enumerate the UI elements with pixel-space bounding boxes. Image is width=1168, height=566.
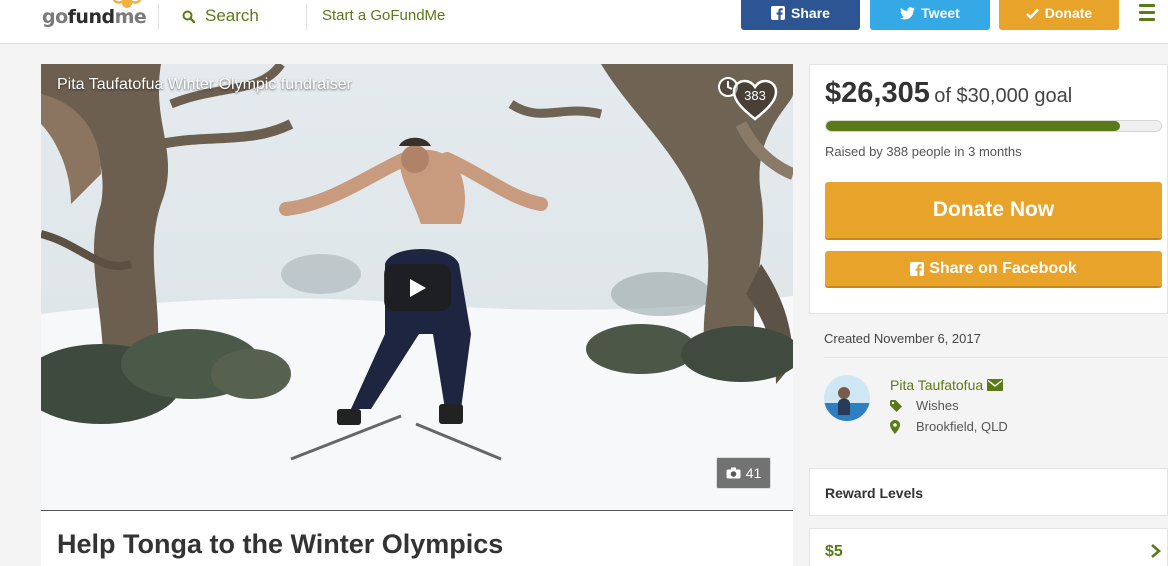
tweet-label: Tweet: [921, 5, 960, 21]
logo-text: gofundme: [42, 6, 147, 28]
top-header: gofundme Search Start a GoFundMe Share T…: [0, 0, 1168, 44]
organizer-avatar[interactable]: [824, 375, 870, 421]
info-divider: [824, 357, 1168, 358]
start-gofundme-link[interactable]: Start a GoFundMe: [322, 7, 445, 24]
organizer-name: Pita Taufatofua: [890, 377, 984, 393]
avatar-image: [824, 375, 870, 421]
amount-raised: $26,305: [825, 77, 930, 109]
share-label: Share: [791, 5, 830, 21]
checkmark-icon: [1025, 8, 1039, 19]
location-pin-icon: [890, 419, 900, 434]
logo-go: go: [42, 6, 68, 28]
donate-label: Donate: [1044, 5, 1093, 21]
twitter-icon: [900, 6, 916, 19]
envelope-icon[interactable]: [987, 379, 1004, 391]
play-button[interactable]: [384, 264, 451, 311]
reward-amount: $5: [825, 543, 843, 560]
reward-levels-heading: Reward Levels: [825, 485, 924, 501]
campaign-category[interactable]: Wishes: [890, 398, 959, 413]
location-label: Brookfield, QLD: [916, 419, 1008, 434]
share-facebook-header-button[interactable]: Share: [741, 0, 860, 30]
search-icon: [182, 10, 195, 23]
tweet-button[interactable]: Tweet: [870, 0, 990, 30]
donate-now-button[interactable]: Donate Now: [825, 182, 1162, 240]
progress-bar: [825, 120, 1162, 132]
amount-raised-row: $26,305 of $30,000 goal: [825, 77, 1072, 110]
video-title: Pita Taufatofua Winter Olympic fundraise…: [57, 76, 352, 93]
donate-header-button[interactable]: Donate: [999, 0, 1119, 30]
raised-by-text: Raised by 388 people in 3 months: [825, 144, 1022, 159]
facebook-icon: [771, 6, 786, 20]
search-link[interactable]: Search: [182, 6, 259, 26]
campaign-location: Brookfield, QLD: [890, 419, 1008, 434]
created-date: Created November 6, 2017: [824, 331, 981, 346]
camera-icon: [726, 467, 741, 479]
header-divider: [158, 4, 159, 30]
donation-card: $26,305 of $30,000 goal Raised by 388 pe…: [809, 64, 1168, 314]
progress-fill: [826, 121, 1120, 131]
logo-me: me: [114, 6, 147, 28]
header-divider: [306, 4, 307, 30]
share-on-facebook-button[interactable]: Share on Facebook: [825, 251, 1162, 288]
campaign-title-card: Help Tonga to the Winter Olympics: [41, 510, 793, 566]
heart-count: 383: [744, 88, 766, 103]
facebook-icon: [910, 261, 925, 276]
category-label: Wishes: [916, 398, 959, 413]
hamburger-menu-icon[interactable]: [1139, 4, 1155, 25]
tag-icon: [890, 399, 902, 412]
photo-gallery-button[interactable]: 41: [716, 457, 771, 489]
campaign-video[interactable]: Pita Taufatofua Winter Olympic fundraise…: [41, 64, 793, 510]
organizer-name-link[interactable]: Pita Taufatofua: [890, 377, 1004, 393]
share-facebook-label: Share on Facebook: [929, 259, 1077, 277]
reward-levels-header: Reward Levels: [809, 468, 1168, 516]
search-label: Search: [205, 6, 259, 25]
play-icon: [409, 278, 426, 297]
logo-fund: fund: [67, 6, 115, 28]
photo-count: 41: [745, 465, 762, 481]
organizer-info: Created November 6, 2017 Pita Taufatofua…: [809, 314, 1168, 454]
campaign-title: Help Tonga to the Winter Olympics: [57, 529, 504, 559]
reward-level-item[interactable]: $5: [809, 528, 1168, 566]
goal-text: of $30,000 goal: [934, 85, 1073, 107]
chevron-right-icon: [1151, 544, 1161, 558]
